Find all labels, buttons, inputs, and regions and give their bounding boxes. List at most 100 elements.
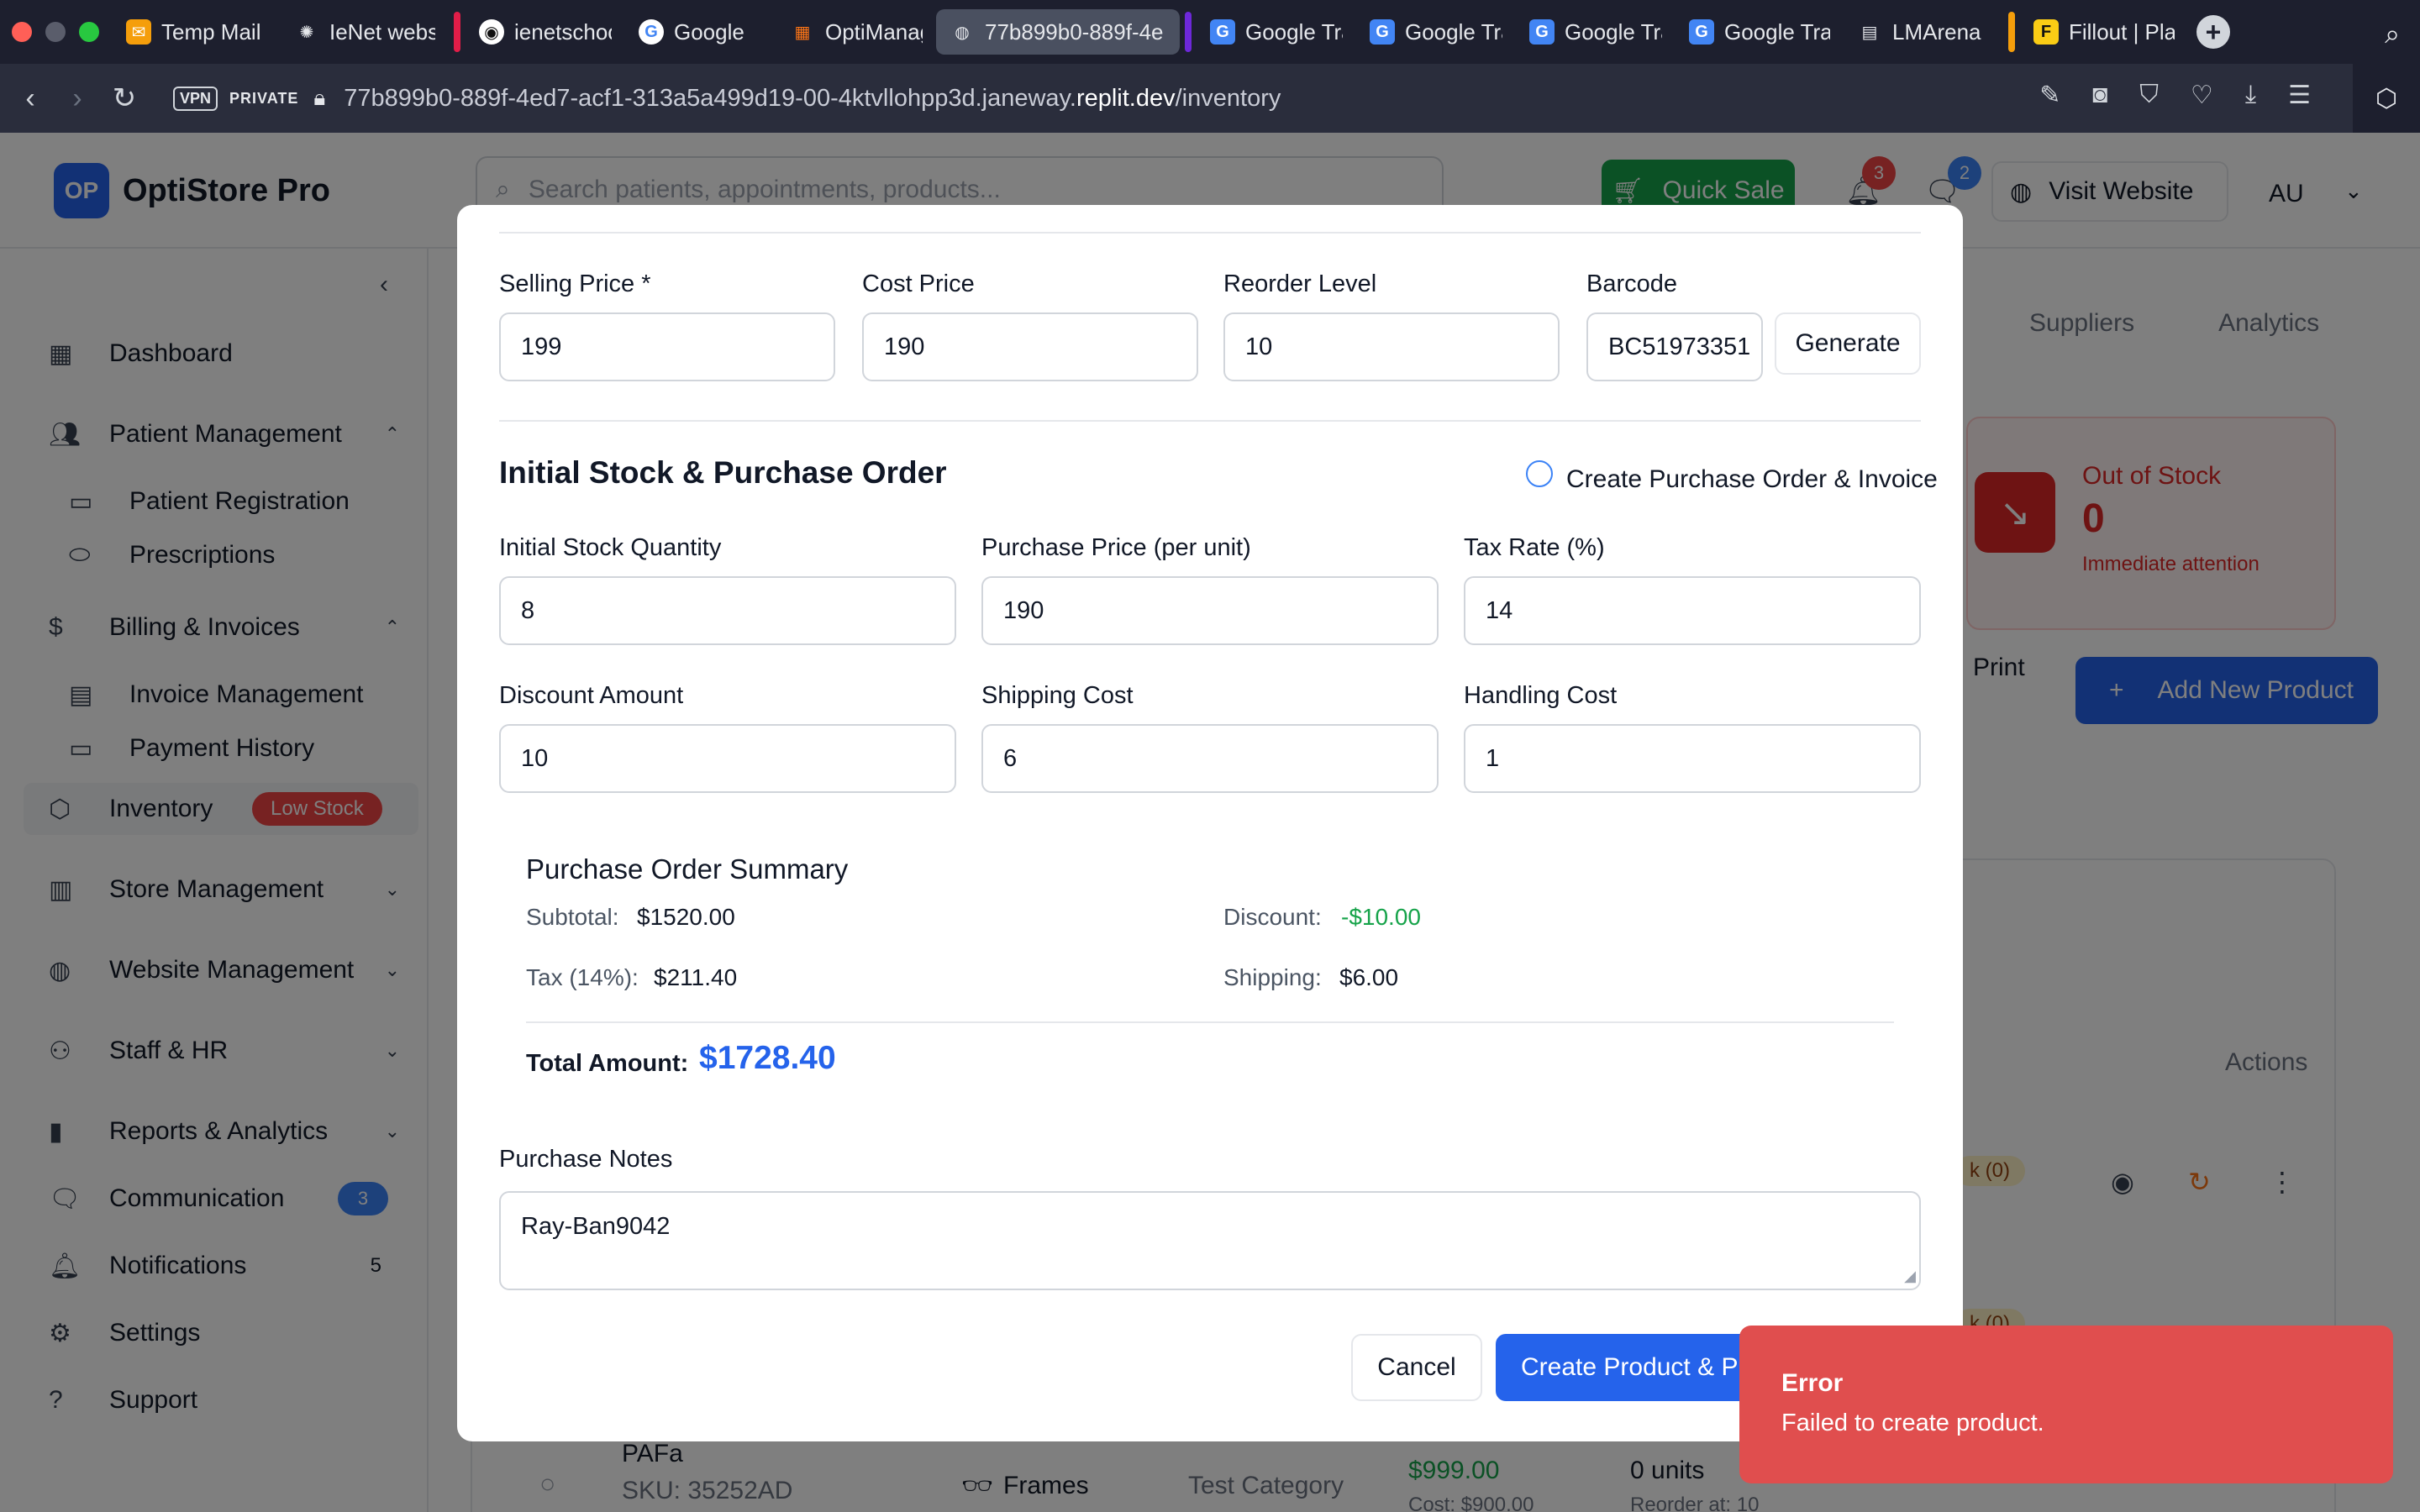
discount-label: Discount Amount <box>499 682 684 709</box>
camera-icon[interactable]: ◙ <box>2092 81 2107 110</box>
shipping-input[interactable]: 6 <box>981 724 1439 793</box>
total-amount-value: $1728.40 <box>699 1040 836 1076</box>
subtotal-label: Subtotal: <box>526 904 619 930</box>
toast-title: Error <box>1781 1369 1844 1397</box>
reorder-level-label: Reorder Level <box>1223 270 1377 297</box>
new-tab-button[interactable]: + <box>2196 15 2230 49</box>
shield-icon[interactable]: ⛉ <box>2139 81 2159 110</box>
divider <box>499 232 1921 234</box>
tax-rate-input[interactable]: 14 <box>1464 576 1921 645</box>
url-prefix: 77b899b0-889f-4ed7-acf1-313a5a499d19-00-… <box>344 84 1076 112</box>
divider <box>499 420 1921 422</box>
browser-tab[interactable]: G Google Tran <box>1356 9 1516 55</box>
close-window-button[interactable] <box>12 22 32 42</box>
resize-handle-icon[interactable]: ◢ <box>1904 1268 1916 1285</box>
create-product-modal: Selling Price * 199 Cost Price 190 Reord… <box>457 205 1963 1441</box>
browser-tab[interactable]: ✉ Temp Mail - <box>113 9 281 55</box>
cost-price-input[interactable]: 190 <box>862 312 1198 381</box>
browser-tab[interactable]: G Google Tran <box>1516 9 1676 55</box>
browser-tab[interactable]: G Google Tran <box>1197 9 1356 55</box>
shipping-label: Shipping Cost <box>981 682 1134 709</box>
download-icon[interactable]: ⤓ <box>2245 81 2256 110</box>
browser-tab[interactable]: G Google Tran <box>1676 9 1844 55</box>
translate-icon: G <box>1529 19 1555 45</box>
initial-qty-label: Initial Stock Quantity <box>499 534 722 561</box>
openai-icon: ✺ <box>299 23 314 42</box>
translate-icon: G <box>1210 19 1235 45</box>
browser-tab[interactable]: G Google <box>625 9 776 55</box>
private-label: PRIVATE <box>229 89 299 107</box>
barcode-label: Barcode <box>1586 270 1678 297</box>
browser-tab[interactable]: F Fillout | Plar <box>2020 9 2188 55</box>
url-domain: replit.dev <box>1076 84 1176 112</box>
purchase-price-label: Purchase Price (per unit) <box>981 534 1251 561</box>
barcode-input[interactable]: BC51973351 <box>1586 312 1763 381</box>
browser-tab[interactable]: ◉ ienetschool <box>466 9 625 55</box>
summary-title: Purchase Order Summary <box>526 853 849 885</box>
address-bar-actions: ✎ ◙ ⛉ ♡ ⤓ ☰ <box>2039 81 2311 110</box>
forward-icon[interactable]: › <box>54 82 101 115</box>
purchase-notes-value: Ray-Ban9042 <box>521 1213 671 1240</box>
heart-icon[interactable]: ♡ <box>2191 81 2213 110</box>
tax-rate-label: Tax Rate (%) <box>1464 534 1605 561</box>
vpn-badge[interactable]: VPN <box>173 86 218 111</box>
translate-icon: G <box>1370 19 1395 45</box>
purchase-price-input[interactable]: 190 <box>981 576 1439 645</box>
github-icon: ◉ <box>479 19 504 45</box>
tax-summary-label: Tax (14%): <box>526 964 639 990</box>
discount-input[interactable]: 10 <box>499 724 956 793</box>
handling-input[interactable]: 1 <box>1464 724 1921 793</box>
back-icon[interactable]: ‹ <box>7 82 54 115</box>
purchase-notes-label: Purchase Notes <box>499 1146 673 1173</box>
cancel-button[interactable]: Cancel <box>1351 1334 1482 1401</box>
mail-icon: ✉ <box>126 19 151 45</box>
purchase-notes-textarea[interactable]: Ray-Ban9042 ◢ <box>499 1191 1921 1290</box>
create-po-radio[interactable] <box>1526 460 1553 487</box>
discount-summary-value: -$10.00 <box>1341 904 1421 930</box>
error-toast[interactable]: Error Failed to create product. <box>1739 1326 2393 1483</box>
discount-summary-label: Discount: <box>1223 904 1322 930</box>
cost-price-label: Cost Price <box>862 270 975 297</box>
menu-icon[interactable]: ☰ <box>2288 81 2311 110</box>
table-icon: ▤ <box>1861 23 1878 42</box>
globe-icon: ◍ <box>955 23 970 42</box>
selling-price-input[interactable]: 199 <box>499 312 835 381</box>
grid-icon: ▦ <box>794 23 811 42</box>
url-path: /inventory <box>1175 84 1281 112</box>
extension-icon[interactable]: ⬡ <box>2353 64 2420 133</box>
form-icon: F <box>2033 19 2059 45</box>
browser-tab[interactable]: ▦ OptiManage <box>776 9 936 55</box>
tab-search-icon[interactable]: ⌕ <box>2385 18 2400 50</box>
address-bar: ‹ › ↻ VPN PRIVATE 🔒︎ 77b899b0-889f-4ed7-… <box>0 64 2420 133</box>
translate-icon: G <box>1689 19 1714 45</box>
shipping-summary-label: Shipping: <box>1223 964 1322 990</box>
window-controls <box>12 22 113 42</box>
url-field[interactable]: 77b899b0-889f-4ed7-acf1-313a5a499d19-00-… <box>344 85 1281 113</box>
tab-group-indicator <box>2008 12 2015 52</box>
browser-tab[interactable]: ✺ IeNet websi <box>281 9 449 55</box>
selling-price-label: Selling Price * <box>499 270 651 297</box>
total-amount-label: Total Amount: <box>526 1050 689 1077</box>
handling-label: Handling Cost <box>1464 682 1618 709</box>
section-title: Initial Stock & Purchase Order <box>499 455 947 490</box>
browser-tab-bar: ✉ Temp Mail - ✺ IeNet websi ◉ ienetschoo… <box>0 0 2420 64</box>
subtotal-value: $1520.00 <box>637 904 735 930</box>
lock-icon[interactable]: 🔒︎ <box>313 85 325 112</box>
tab-group-indicator <box>454 12 460 52</box>
create-po-label[interactable]: Create Purchase Order & Invoice <box>1566 465 1938 494</box>
generate-barcode-button[interactable]: Generate <box>1775 312 1921 375</box>
initial-qty-input[interactable]: 8 <box>499 576 956 645</box>
summary-divider <box>526 1021 1894 1023</box>
reorder-level-input[interactable]: 10 <box>1223 312 1560 381</box>
google-icon: G <box>639 19 664 45</box>
minimize-window-button[interactable] <box>45 22 66 42</box>
maximize-window-button[interactable] <box>79 22 99 42</box>
browser-tab[interactable]: ▤ LMArena <box>1844 9 2003 55</box>
edit-icon[interactable]: ✎ <box>2039 81 2060 110</box>
toast-message: Failed to create product. <box>1781 1410 2044 1436</box>
tab-group-indicator <box>1185 12 1192 52</box>
browser-tab-active[interactable]: ◍ 77b899b0-889f-4e <box>936 9 1180 55</box>
reload-icon[interactable]: ↻ <box>101 81 148 115</box>
tax-summary-value: $211.40 <box>654 964 738 990</box>
shipping-summary-value: $6.00 <box>1339 964 1399 990</box>
